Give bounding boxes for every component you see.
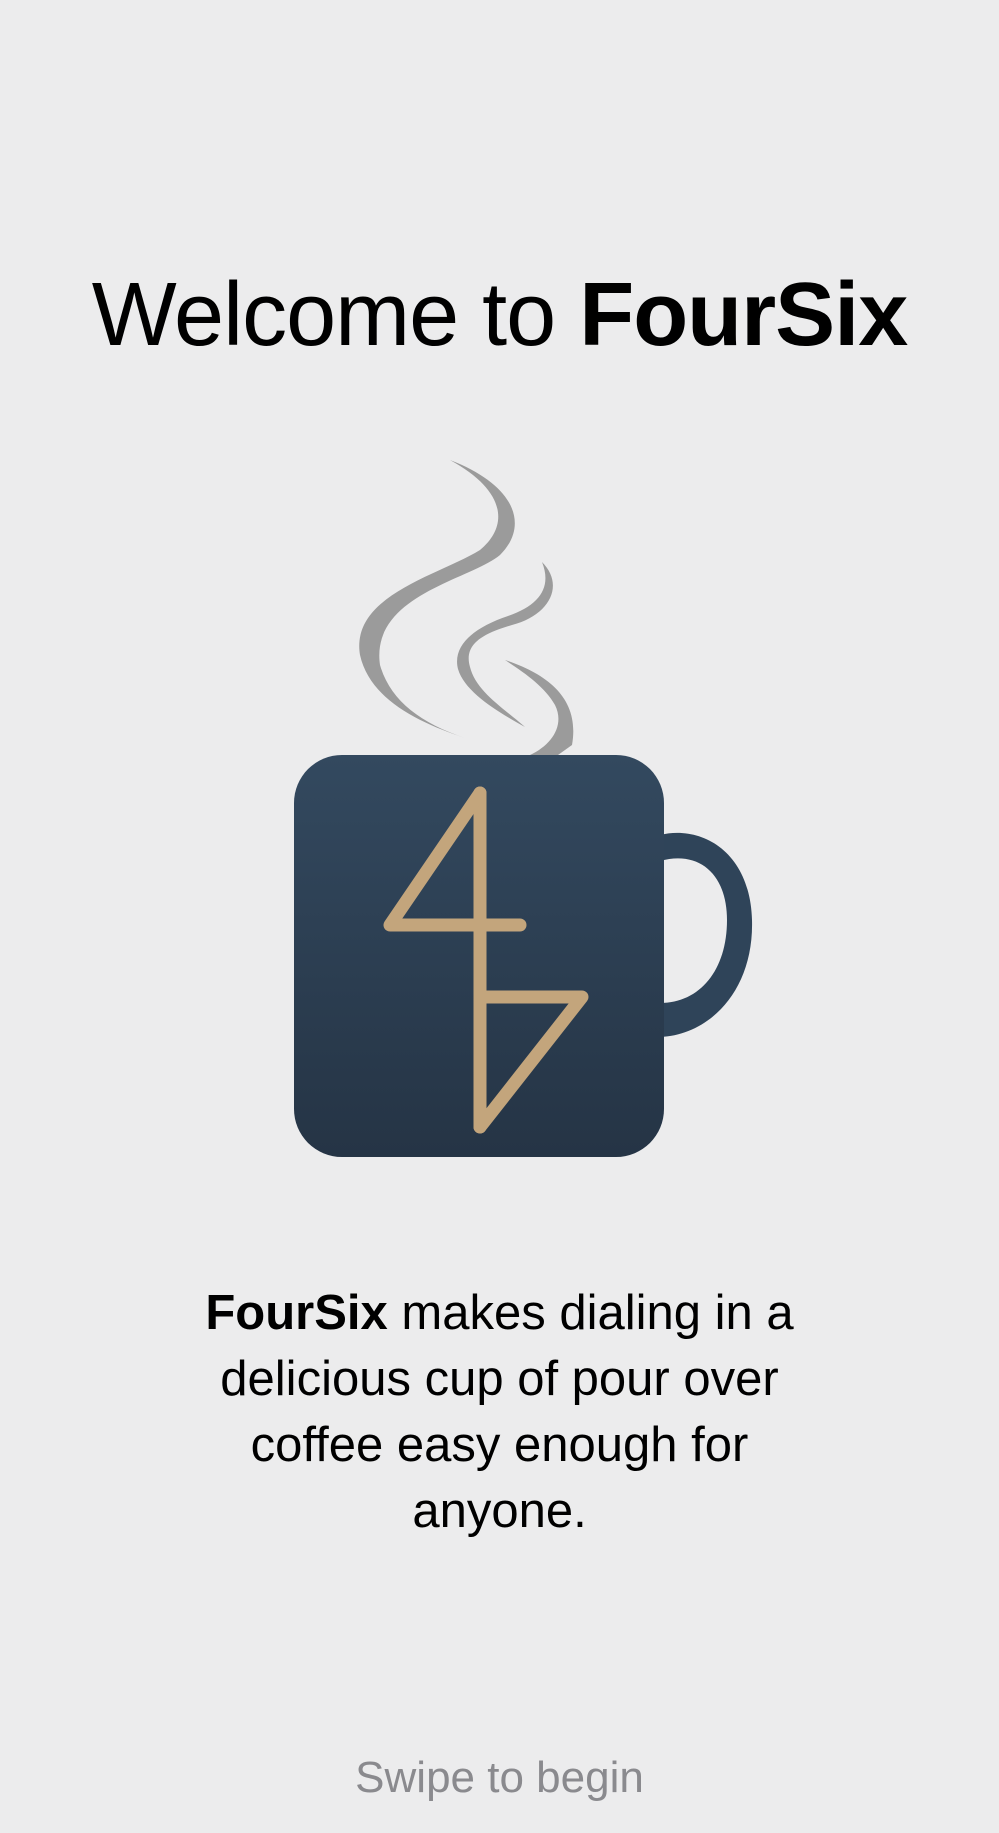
steam-icon <box>359 460 574 755</box>
onboarding-screen[interactable]: Welcome to FourSix FourSix makes dialing… <box>0 0 999 1833</box>
welcome-title-prefix: Welcome to <box>91 265 580 365</box>
swipe-to-begin-hint: Swipe to begin <box>355 1753 644 1802</box>
welcome-title: Welcome to FourSix <box>0 260 999 370</box>
welcome-title-brand: FourSix <box>579 265 908 365</box>
app-description-brand: FourSix <box>205 1286 388 1340</box>
coffee-mug-icon <box>280 455 760 1170</box>
app-description: FourSix makes dialing in a delicious cup… <box>200 1280 799 1544</box>
mug-handle <box>660 832 753 1037</box>
